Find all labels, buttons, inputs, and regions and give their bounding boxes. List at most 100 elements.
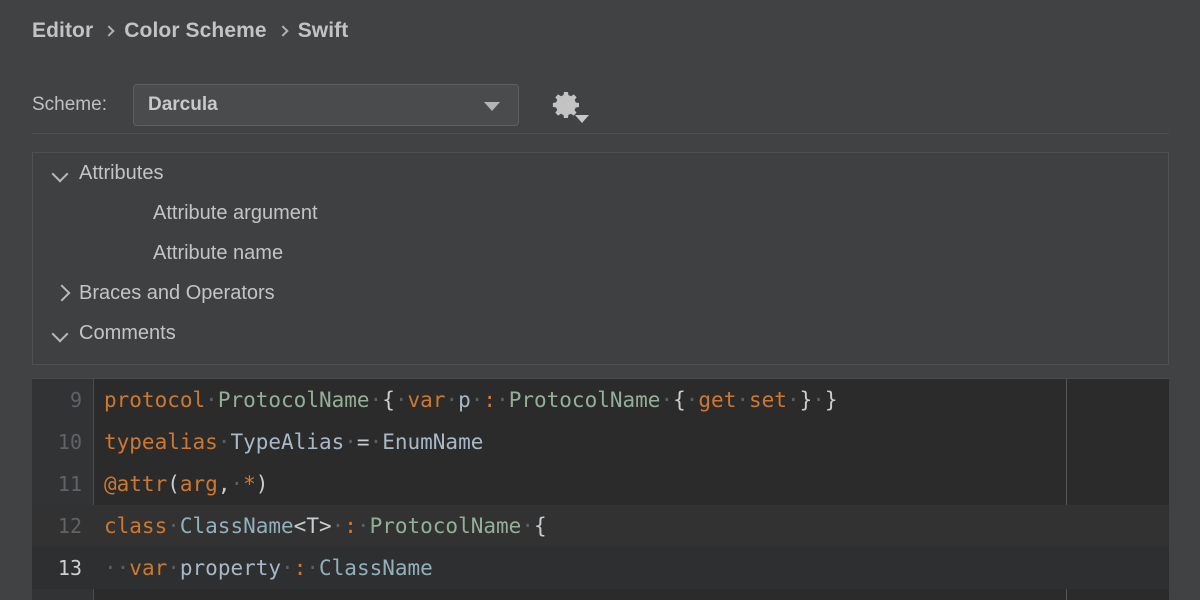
code-token: ProtocolName	[509, 388, 661, 412]
code-token: :	[294, 556, 307, 580]
tree-item-attribute-name[interactable]: Attribute name	[33, 233, 1168, 273]
breadcrumb-item-editor[interactable]: Editor	[32, 19, 93, 43]
code-token: ClassName	[180, 514, 294, 538]
code-token: }	[800, 388, 813, 412]
line-number: 9	[32, 388, 82, 412]
code-token: ·	[370, 430, 383, 454]
code-token: ·	[395, 388, 408, 412]
color-scheme-tree[interactable]: Attributes Attribute argument Attribute …	[32, 152, 1169, 365]
code-token: ProtocolName	[370, 514, 522, 538]
tree-item-label: Comments	[79, 322, 176, 345]
code-token: ·	[445, 388, 458, 412]
code-token: ·	[521, 514, 534, 538]
code-token: class	[104, 514, 167, 538]
tree-item-attributes[interactable]: Attributes	[33, 153, 1168, 193]
code-token: (	[167, 472, 180, 496]
line-number: 10	[32, 430, 82, 454]
scheme-select-value: Darcula	[148, 94, 218, 116]
code-token: ·	[167, 556, 180, 580]
code-token: ·	[812, 388, 825, 412]
code-token: }	[825, 388, 838, 412]
section-divider	[32, 133, 1169, 134]
scheme-row: Scheme: Darcula	[32, 84, 585, 126]
code-line[interactable]: 9protocol·ProtocolName·{·var·p·:·Protoco…	[32, 379, 1169, 421]
code-preview[interactable]: 9protocol·ProtocolName·{·var·p·:·Protoco…	[32, 378, 1169, 600]
code-token: ·	[344, 430, 357, 454]
code-token: ·	[787, 388, 800, 412]
code-token: ·	[167, 514, 180, 538]
code-token: ·	[471, 388, 484, 412]
line-number: 12	[32, 514, 82, 538]
code-token: ,	[218, 472, 231, 496]
code-token: ·	[218, 430, 231, 454]
tree-item-label: Braces and Operators	[79, 282, 275, 305]
code-line-text: typealias·TypeAlias·=·EnumName	[104, 430, 483, 454]
code-token: ·	[357, 514, 370, 538]
tree-item-label: Attribute name	[153, 242, 283, 265]
code-token: protocol	[104, 388, 205, 412]
scheme-settings-button[interactable]	[549, 87, 585, 123]
scheme-select[interactable]: Darcula	[133, 84, 519, 126]
code-token: {	[673, 388, 686, 412]
code-token: set	[749, 388, 787, 412]
tree-item-comments[interactable]: Comments	[33, 313, 1168, 353]
code-token: ·	[205, 388, 218, 412]
code-token: ·	[306, 556, 319, 580]
code-line[interactable]: 10typealias·TypeAlias·=·EnumName	[32, 421, 1169, 463]
code-token: ·	[332, 514, 345, 538]
code-token: <T>	[294, 514, 332, 538]
triangle-down-icon	[484, 102, 500, 111]
tree-item-label: Attribute argument	[153, 202, 318, 225]
code-token: p	[458, 388, 471, 412]
code-token: var	[408, 388, 446, 412]
code-token: :	[344, 514, 357, 538]
code-token: ProtocolName	[218, 388, 370, 412]
scheme-label: Scheme:	[32, 94, 107, 116]
chevron-down-icon[interactable]	[45, 153, 79, 193]
chevron-right-icon	[104, 25, 113, 39]
breadcrumb-item-color-scheme[interactable]: Color Scheme	[124, 19, 266, 43]
code-token: var	[129, 556, 167, 580]
code-token: @attr	[104, 472, 167, 496]
code-token: ·	[370, 388, 383, 412]
code-token: ·	[660, 388, 673, 412]
code-token: {	[382, 388, 395, 412]
code-line-text: ··var·property·:·ClassName	[104, 556, 433, 580]
chevron-down-icon[interactable]	[45, 313, 79, 353]
code-token: :	[483, 388, 496, 412]
breadcrumb: Editor Color Scheme Swift	[32, 16, 348, 46]
code-line-text: @attr(arg,·*)	[104, 472, 268, 496]
code-token: ·	[230, 472, 243, 496]
code-token: ·	[686, 388, 699, 412]
code-line[interactable]: 13··var·property·:·ClassName	[32, 547, 1169, 589]
code-lines[interactable]: 9protocol·ProtocolName·{·var·p·:·Protoco…	[32, 379, 1169, 600]
code-token: EnumName	[382, 430, 483, 454]
code-token: ClassName	[319, 556, 433, 580]
code-token: {	[534, 514, 547, 538]
code-token: ·	[496, 388, 509, 412]
code-token: property	[180, 556, 281, 580]
tree-item-label: Attributes	[79, 162, 163, 185]
code-token: *	[243, 472, 256, 496]
code-token: get	[698, 388, 736, 412]
tree-item-braces-and-operators[interactable]: Braces and Operators	[33, 273, 1168, 313]
code-token: ·	[736, 388, 749, 412]
code-line[interactable]: 12class·ClassName<T>·:·ProtocolName·{	[32, 505, 1169, 547]
code-token: )	[256, 472, 269, 496]
code-token: ··	[104, 556, 129, 580]
chevron-right-icon[interactable]	[45, 273, 79, 313]
code-line[interactable]: 11 @attr(arg,·*)	[32, 463, 1169, 505]
code-line-text: class·ClassName<T>·:·ProtocolName·{	[104, 514, 547, 538]
line-number: 13	[32, 556, 82, 580]
tree-item-attribute-argument[interactable]: Attribute argument	[33, 193, 1168, 233]
code-token: TypeAlias	[230, 430, 344, 454]
code-line-text: protocol·ProtocolName·{·var·p·:·Protocol…	[104, 388, 838, 412]
code-token: =	[357, 430, 370, 454]
code-token: typealias	[104, 430, 218, 454]
code-token: arg	[180, 472, 218, 496]
line-number: 11	[32, 472, 82, 496]
chevron-right-icon	[278, 25, 287, 39]
triangle-down-icon	[575, 115, 589, 123]
code-token: ·	[281, 556, 294, 580]
breadcrumb-item-swift[interactable]: Swift	[298, 19, 349, 43]
